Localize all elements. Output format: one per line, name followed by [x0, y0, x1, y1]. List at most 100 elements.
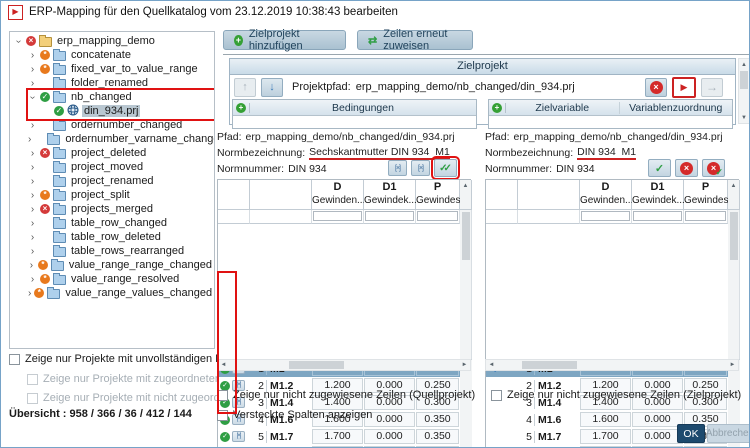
- expander-icon[interactable]: ›: [28, 190, 37, 200]
- expander-icon[interactable]: ›: [28, 50, 37, 60]
- tree-item-value_range_resolved[interactable]: › * value_range_resolved: [10, 272, 214, 286]
- tree-item-ordernumber_changed[interactable]: › ordernumber_changed: [10, 118, 214, 132]
- accept-button[interactable]: ✓: [648, 159, 671, 177]
- tree-item-nb_changed[interactable]: › ✓ nb_changed: [10, 90, 214, 104]
- source-table-hscrollbar[interactable]: ◄ ►: [217, 359, 471, 371]
- warning-badge-icon: *: [40, 64, 50, 74]
- add-target-project-label: Zielprojekt hinzufügen: [248, 28, 303, 52]
- move-up-button[interactable]: ↑: [234, 77, 256, 97]
- run-button[interactable]: ▶: [672, 76, 696, 98]
- tree-item-value_range_range_changed[interactable]: › * value_range_range_changed: [10, 258, 214, 272]
- source-project-panel: Pfad: erp_mapping_demo/nb_changed/din_934…: [217, 129, 472, 447]
- scroll-right-icon[interactable]: ►: [727, 360, 738, 370]
- scroll-left-icon[interactable]: ◄: [218, 360, 229, 370]
- folder-icon: [47, 287, 61, 299]
- add-variable-button[interactable]: +: [489, 102, 506, 113]
- tree-item-table_row_changed[interactable]: › table_row_changed: [10, 216, 214, 230]
- table-row-M1.7[interactable]: ✓ [×] 5 M1.7 1.700 0.000 0.350: [218, 428, 472, 445]
- scroll-up-icon[interactable]: ▲: [739, 59, 749, 70]
- vscroll-up[interactable]: ▲: [728, 180, 740, 210]
- expander-icon[interactable]: ›: [28, 134, 31, 144]
- ok-button[interactable]: OK: [677, 424, 705, 443]
- tree-item-erp_mapping_demo[interactable]: › × erp_mapping_demo: [10, 34, 214, 48]
- expander-icon[interactable]: ›: [28, 64, 37, 74]
- expander-icon[interactable]: ›: [28, 218, 37, 228]
- separator-line: [223, 54, 749, 55]
- column-header-D1[interactable]: D1 Gewindek...: [632, 180, 685, 210]
- move-down-button[interactable]: ↓: [261, 77, 283, 97]
- tree-item-project_split[interactable]: › * project_split: [10, 188, 214, 202]
- column-header-D[interactable]: D Gewinden...: [312, 180, 365, 210]
- scroll-right-icon[interactable]: ►: [459, 360, 470, 370]
- column-header-D1[interactable]: D1 Gewindek...: [364, 180, 417, 210]
- expander-icon[interactable]: ›: [28, 288, 31, 298]
- mapping-view-button-1[interactable]: [×]: [388, 160, 407, 176]
- hidden-columns-checkbox[interactable]: [217, 409, 228, 421]
- scrollbar-thumb[interactable]: [522, 361, 577, 369]
- expander-icon[interactable]: ›: [28, 176, 37, 186]
- target-panel-scrollbar[interactable]: ▲ ▼: [738, 58, 749, 124]
- expander-icon[interactable]: ›: [28, 260, 35, 270]
- value-cell: 0.350: [416, 412, 459, 427]
- reject-accept-button[interactable]: × ✓: [702, 159, 725, 177]
- tree-item-value_range_values_changed[interactable]: › * value_range_values_changed: [10, 286, 214, 300]
- scrollbar-thumb[interactable]: [461, 212, 470, 260]
- tree-item-folder_renamed[interactable]: › folder_renamed: [10, 76, 214, 90]
- column-filter-input-D[interactable]: [581, 211, 630, 221]
- remove-target-button[interactable]: ×: [645, 77, 667, 97]
- tree-item-project_renamed[interactable]: › project_renamed: [10, 174, 214, 188]
- reassign-rows-button[interactable]: ⇄ Zeilen erneut zuweisen: [357, 28, 473, 52]
- tree-item-concatenate[interactable]: › * concatenate: [10, 48, 214, 62]
- vscroll-track[interactable]: [460, 210, 472, 360]
- scrollbar-thumb[interactable]: [740, 71, 748, 89]
- folder-icon: [47, 133, 61, 145]
- expander-icon[interactable]: ›: [28, 274, 37, 284]
- column-filter-input-D1[interactable]: [365, 211, 414, 221]
- add-condition-button[interactable]: +: [233, 102, 250, 113]
- accept-all-button[interactable]: ✓✓: [431, 156, 460, 180]
- column-header-D[interactable]: D Gewinden...: [580, 180, 633, 210]
- source-unassigned-rows-checkbox[interactable]: [217, 389, 228, 401]
- tree-item-ordernumber_varname_changed[interactable]: › ordernumber_varname_changed: [10, 132, 214, 146]
- add-target-project-button[interactable]: + Zielprojekt hinzufügen: [223, 28, 346, 52]
- folder-icon: [53, 231, 66, 243]
- expander-icon[interactable]: ›: [28, 162, 37, 172]
- target-table-hscrollbar[interactable]: ◄ ►: [485, 359, 739, 371]
- scrollbar-thumb[interactable]: [289, 361, 344, 369]
- apply-arrow-button[interactable]: →: [701, 77, 723, 97]
- red-x-icon: ×: [680, 161, 693, 175]
- scrollbar-thumb[interactable]: [729, 212, 738, 260]
- reject-button[interactable]: ×: [675, 159, 698, 177]
- filter-incomplete-mappings-checkbox[interactable]: [9, 353, 20, 365]
- mapping-view-button-2[interactable]: [×]: [411, 160, 430, 176]
- column-filter-input-D[interactable]: [313, 211, 362, 221]
- tree-item-projects_merged[interactable]: › × projects_merged: [10, 202, 214, 216]
- source-norm-number-label: Normnummer:: [217, 163, 285, 175]
- tree-item-din_934.prj[interactable]: ✓ din_934.prj: [10, 104, 214, 118]
- tree-item-project_deleted[interactable]: › × project_deleted: [10, 146, 214, 160]
- expander-icon[interactable]: ›: [28, 232, 37, 242]
- vscroll-up[interactable]: ▲: [460, 180, 472, 210]
- expander-icon[interactable]: ›: [28, 78, 37, 88]
- expander-icon[interactable]: ›: [28, 246, 37, 256]
- scroll-down-icon[interactable]: ▼: [739, 112, 749, 123]
- expander-icon[interactable]: ›: [28, 120, 37, 130]
- expander-icon[interactable]: ›: [13, 37, 24, 46]
- target-unassigned-rows-checkbox[interactable]: [491, 389, 502, 401]
- column-header-P[interactable]: P Gewindes...: [684, 180, 737, 210]
- cancel-button[interactable]: Abbrechen: [706, 424, 749, 443]
- column-filter-input-P[interactable]: [685, 211, 726, 221]
- tree-item-project_moved[interactable]: › project_moved: [10, 160, 214, 174]
- scroll-left-icon[interactable]: ◄: [486, 360, 497, 370]
- project-tree[interactable]: › × erp_mapping_demo › * concatenate › * fixed_v…: [9, 31, 215, 349]
- column-filter-input-D1[interactable]: [633, 211, 682, 221]
- tree-item-fixed_var_to_value_range[interactable]: › * fixed_var_to_value_range: [10, 62, 214, 76]
- vscroll-track[interactable]: [728, 210, 740, 360]
- expander-icon[interactable]: ›: [28, 148, 37, 158]
- tree-item-table_rows_rearranged[interactable]: › table_rows_rearranged: [10, 244, 214, 258]
- column-header-P[interactable]: P Gewindes...: [416, 180, 469, 210]
- expander-icon[interactable]: ›: [28, 204, 37, 214]
- tree-item-table_row_deleted[interactable]: › table_row_deleted: [10, 230, 214, 244]
- expander-icon[interactable]: ›: [27, 93, 38, 102]
- column-filter-input-P[interactable]: [417, 211, 458, 221]
